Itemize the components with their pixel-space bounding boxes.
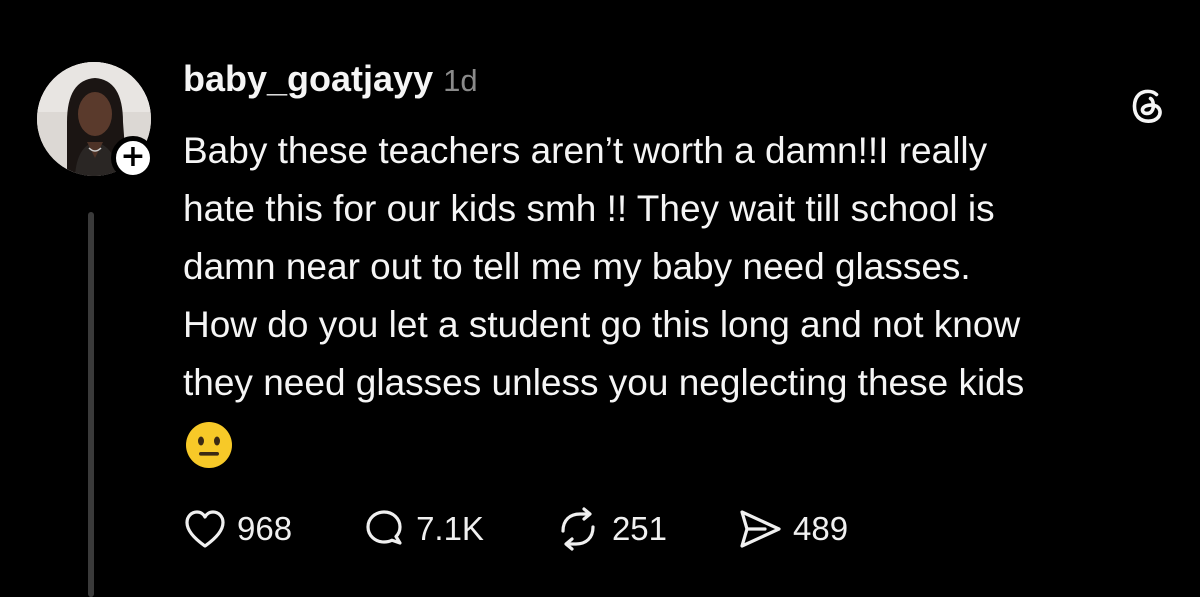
thread-connector-line bbox=[88, 212, 94, 597]
post-text-line: Baby these teachers aren’t worth a damn!… bbox=[183, 130, 988, 171]
repost-arrows-icon bbox=[554, 507, 602, 551]
speech-bubble-icon bbox=[362, 508, 406, 550]
post-actions-bar: 968 7.1K 251 489 bbox=[183, 505, 848, 553]
repost-count: 251 bbox=[611, 510, 668, 547]
post-text-line: damn near out to tell me my baby need gl… bbox=[183, 246, 971, 287]
heart-icon bbox=[183, 508, 227, 550]
share-button[interactable]: 489 bbox=[737, 508, 848, 550]
post-text-line: they need glasses unless you neglecting … bbox=[183, 362, 1025, 403]
repost-button[interactable]: 251 bbox=[554, 507, 667, 551]
share-count: 489 bbox=[793, 510, 849, 547]
avatar-container: + bbox=[37, 62, 155, 180]
neutral-face-emoji bbox=[185, 421, 233, 469]
post-header: baby_goatjayy 1d bbox=[183, 58, 478, 100]
paper-plane-icon bbox=[737, 508, 783, 550]
post-text-line: hate this for our kids smh !! They wait … bbox=[183, 188, 995, 229]
like-button[interactable]: 968 bbox=[183, 508, 292, 550]
post-timestamp: 1d bbox=[443, 63, 478, 98]
like-count: 968 bbox=[237, 510, 293, 547]
plus-icon: + bbox=[120, 139, 146, 174]
post-body: Baby these teachers aren’t worth a damn!… bbox=[183, 122, 1183, 412]
reply-count: 7.1K bbox=[416, 510, 484, 547]
username-link[interactable]: baby_goatjayy bbox=[183, 58, 433, 100]
post-text-line: How do you let a student go this long an… bbox=[183, 304, 1021, 345]
reply-button[interactable]: 7.1K bbox=[362, 508, 484, 550]
follow-button[interactable]: + bbox=[111, 136, 155, 180]
thread-post: + baby_goatjayy 1d Baby these teachers a… bbox=[0, 0, 1200, 597]
